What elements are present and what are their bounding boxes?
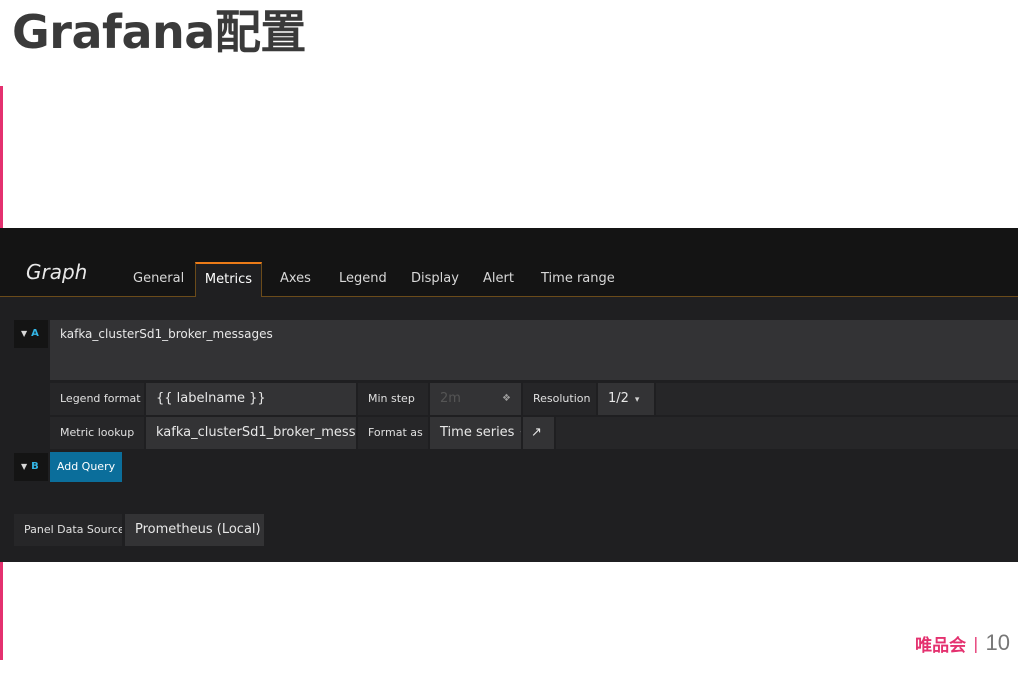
min-step-placeholder: 2m: [440, 391, 461, 406]
format-as-label: Format as: [358, 417, 428, 449]
format-as-select[interactable]: Time series: [430, 417, 521, 449]
min-step-label: Min step: [358, 383, 428, 415]
panel-data-source-label: Panel Data Source: [14, 514, 122, 546]
metric-lookup-label: Metric lookup: [50, 417, 144, 449]
legend-format-label: Legend format: [50, 383, 144, 415]
tab-metrics[interactable]: Metrics: [195, 262, 262, 297]
tab-alert[interactable]: Alert: [483, 271, 514, 286]
query-b-toggle[interactable]: ▼ B: [14, 453, 48, 481]
tab-display[interactable]: Display: [411, 271, 459, 286]
panel-header: Graph General Metrics Axes Legend Displa…: [0, 228, 1018, 297]
legend-format-input[interactable]: {{ labelname }}: [146, 383, 356, 415]
min-step-input[interactable]: 2m ❖: [430, 383, 521, 415]
metric-lookup-input[interactable]: kafka_clusterSd1_broker_messa...: [146, 417, 356, 449]
query-a-letter: A: [31, 328, 39, 339]
query-b-letter: B: [31, 461, 39, 472]
caret-down-icon: ▼: [21, 329, 28, 338]
resolution-select[interactable]: 1/2: [598, 383, 654, 415]
datasource-select[interactable]: Prometheus (Local): [125, 514, 264, 546]
accent-bar-bottom: [0, 562, 3, 660]
row-filler: [656, 383, 1018, 415]
info-icon: ❖: [502, 393, 511, 404]
export-button[interactable]: ↗: [523, 417, 554, 449]
grafana-panel-editor: Graph General Metrics Axes Legend Displa…: [0, 228, 1018, 562]
resolution-label: Resolution: [523, 383, 596, 415]
panel-title: Graph: [26, 260, 88, 284]
page-number: 10: [985, 630, 1010, 655]
tab-general[interactable]: General: [133, 271, 184, 286]
brand-logo: 唯品会: [915, 635, 967, 656]
row-filler: [556, 417, 1018, 449]
tab-axes[interactable]: Axes: [280, 271, 311, 286]
caret-down-icon: ▼: [21, 462, 28, 471]
query-a-toggle[interactable]: ▼ A: [14, 320, 48, 348]
tab-time-range[interactable]: Time range: [541, 271, 615, 286]
slide-title: Grafana配置: [12, 5, 306, 59]
query-expression-input[interactable]: kafka_clusterSd1_broker_messages: [50, 320, 1018, 380]
footer: 唯品会 | 10: [915, 630, 1010, 656]
footer-separator: |: [973, 633, 979, 653]
export-icon: ↗: [531, 425, 542, 440]
add-query-button[interactable]: Add Query: [50, 452, 122, 482]
tab-legend[interactable]: Legend: [339, 271, 387, 286]
accent-bar-top: [0, 86, 3, 230]
